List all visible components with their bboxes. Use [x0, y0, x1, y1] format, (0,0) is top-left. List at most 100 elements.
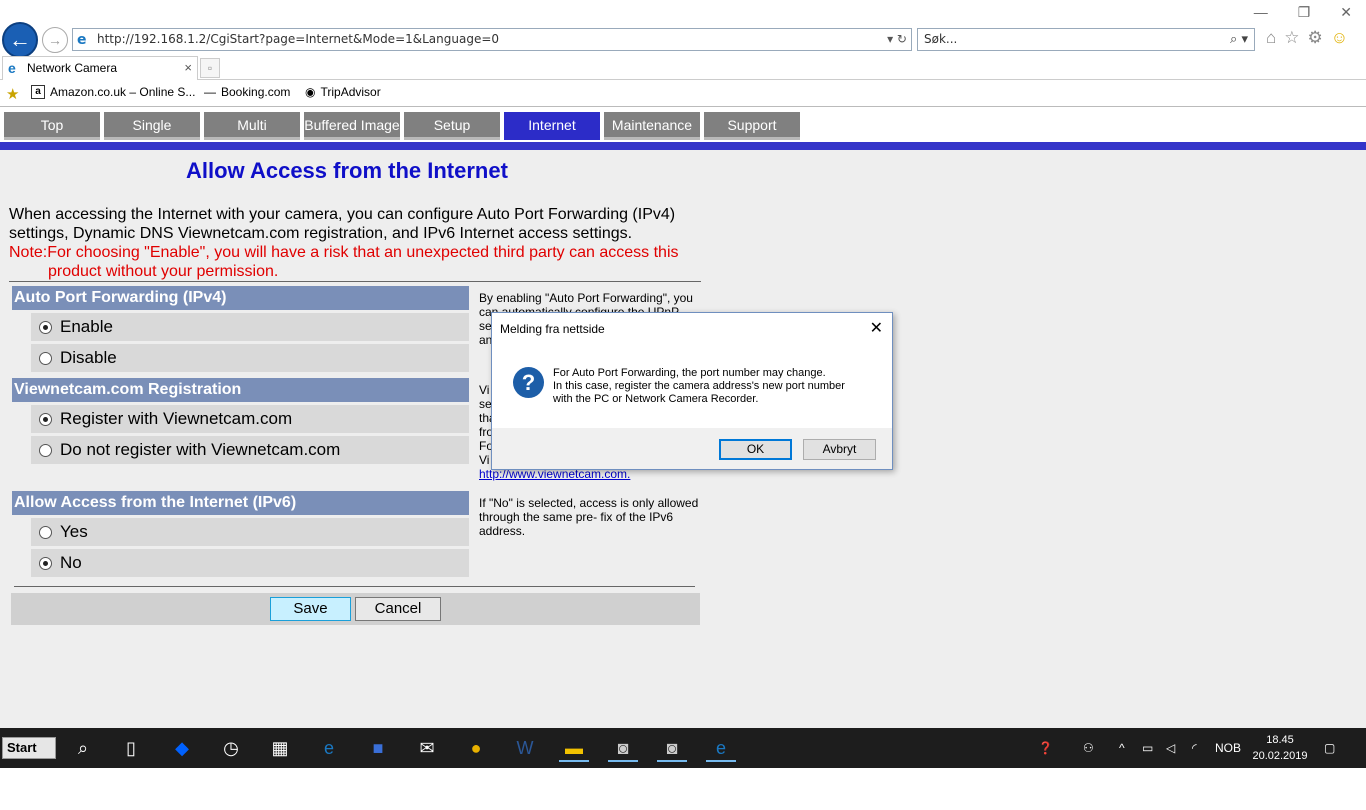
tab-setup[interactable]: Setup: [404, 112, 500, 140]
dialog-title: Melding fra nettside: [500, 322, 605, 336]
address-bar[interactable]: e http://192.168.1.2/CgiStart?page=Inter…: [72, 28, 912, 51]
tab-maintenance[interactable]: Maintenance: [604, 112, 700, 140]
amazon-icon: a: [31, 85, 45, 99]
dropbox-icon[interactable]: ◆: [167, 734, 197, 762]
option-no[interactable]: No: [31, 549, 469, 577]
language-indicator[interactable]: NOB: [1215, 728, 1241, 768]
dialog-close-icon[interactable]: ✕: [870, 318, 883, 338]
close-window-icon[interactable]: ✕: [1340, 4, 1352, 21]
tab-title: Network Camera: [27, 61, 118, 75]
radio-do-not-register[interactable]: [39, 443, 52, 457]
favorite-tripadvisor[interactable]: ◉ TripAdvisor: [305, 85, 381, 99]
start-button[interactable]: Start: [2, 737, 56, 759]
taskbar: Start ⌕ ▯ ◆ ◷ ▦ e ■ ✉ ● W ▬ ◙ ◙ e ❓ ⚇ ^ …: [0, 728, 1366, 768]
option-label: Enable: [60, 317, 113, 336]
screen-bottom: [0, 768, 1366, 810]
warning-note: Note:For choosing "Enable", you will hav…: [9, 243, 709, 281]
nav-underline: [0, 142, 1366, 150]
search-icon[interactable]: ⌕: [68, 734, 98, 762]
message-line: with the PC or Network Camera Recorder.: [553, 393, 759, 405]
network-icon[interactable]: ◜: [1192, 728, 1197, 768]
minimize-icon[interactable]: —: [1254, 4, 1268, 21]
note-line-2: product without your permission.: [48, 263, 279, 280]
camera-nav: Top Single Multi Buffered Image Setup In…: [0, 110, 1366, 142]
mail-icon[interactable]: ✉: [412, 734, 442, 762]
booking-icon: —: [204, 85, 216, 99]
refresh-icon[interactable]: ▾ ↻: [887, 29, 907, 50]
cancel-button[interactable]: Cancel: [355, 597, 441, 621]
help-icon[interactable]: ❓: [1038, 728, 1053, 768]
calculator-icon[interactable]: ▦: [265, 734, 295, 762]
radio-disable[interactable]: [39, 351, 52, 365]
question-icon: ?: [513, 367, 544, 398]
favorite-amazon[interactable]: a Amazon.co.uk – Online S...: [31, 85, 195, 99]
clock[interactable]: 18.45 20.02.2019: [1252, 732, 1308, 764]
ie-icon[interactable]: e: [706, 734, 736, 762]
tab-top[interactable]: Top: [4, 112, 100, 140]
battery-icon[interactable]: ▭: [1142, 728, 1153, 768]
option-do-not-register[interactable]: Do not register with Viewnetcam.com: [31, 436, 469, 464]
tab-support[interactable]: Support: [704, 112, 800, 140]
option-label: Register with Viewnetcam.com: [60, 409, 293, 428]
radio-register[interactable]: [39, 412, 52, 426]
save-button[interactable]: Save: [270, 597, 351, 621]
search-field[interactable]: Søk... ⌕ ▾: [917, 28, 1255, 51]
search-icon[interactable]: ⌕ ▾: [1230, 29, 1248, 50]
tab-multi[interactable]: Multi: [204, 112, 300, 140]
divider: [9, 281, 701, 282]
gear-icon[interactable]: ⚙: [1308, 28, 1323, 48]
favorites-add-icon[interactable]: ★: [6, 85, 19, 103]
intro-text: When accessing the Internet with your ca…: [9, 206, 676, 242]
favorites-star-icon[interactable]: ☆: [1284, 28, 1299, 48]
volume-icon[interactable]: ◁: [1166, 728, 1175, 768]
option-yes[interactable]: Yes: [31, 518, 469, 546]
radio-enable[interactable]: [39, 320, 52, 334]
tab-internet[interactable]: Internet: [504, 112, 600, 140]
clock-date: 20.02.2019: [1252, 750, 1308, 762]
browser-tab[interactable]: e Network Camera ×: [2, 56, 198, 80]
camera-app-icon[interactable]: ◙: [608, 734, 638, 762]
option-register[interactable]: Register with Viewnetcam.com: [31, 405, 469, 433]
dialog-ok-button[interactable]: OK: [719, 439, 792, 460]
ie-tab-icon: e: [8, 60, 16, 76]
home-icon[interactable]: ⌂: [1266, 28, 1276, 48]
chrome-icon[interactable]: ●: [461, 734, 491, 762]
feedback-smiley-icon[interactable]: ☺: [1331, 28, 1348, 48]
word-icon[interactable]: W: [510, 734, 540, 762]
address-text: http://192.168.1.2/CgiStart?page=Interne…: [97, 32, 500, 46]
option-disable[interactable]: Disable: [31, 344, 469, 372]
search-placeholder: Søk...: [924, 32, 958, 46]
video-call-icon[interactable]: ■: [363, 734, 393, 762]
option-enable[interactable]: Enable: [31, 313, 469, 341]
camera-app-icon[interactable]: ◙: [657, 734, 687, 762]
clock-time: 18.45: [1266, 734, 1294, 746]
tab-buffered-image[interactable]: Buffered Image: [304, 112, 400, 140]
browser-toolbar: ← → e http://192.168.1.2/CgiStart?page=I…: [0, 0, 1366, 58]
dialog-cancel-button[interactable]: Avbryt: [803, 439, 876, 460]
favorite-label: TripAdvisor: [320, 85, 381, 99]
section-ipv6: Allow Access from the Internet (IPv6): [12, 491, 469, 515]
back-button[interactable]: ←: [2, 22, 38, 58]
tray-chevron-icon[interactable]: ^: [1119, 728, 1125, 768]
message-dialog: Melding fra nettside ✕ ? For Auto Port F…: [491, 312, 893, 470]
alarm-clock-icon[interactable]: ◷: [216, 734, 246, 762]
notification-icon[interactable]: ▢: [1324, 728, 1335, 768]
restore-icon[interactable]: ❐: [1298, 4, 1311, 21]
radio-yes[interactable]: [39, 525, 52, 539]
edge-icon[interactable]: e: [314, 734, 344, 762]
file-explorer-icon[interactable]: ▬: [559, 734, 589, 762]
window-controls: — ❐ ✕: [1254, 4, 1352, 21]
task-view-icon[interactable]: ▯: [116, 734, 146, 762]
close-tab-icon[interactable]: ×: [184, 57, 192, 79]
favorite-booking[interactable]: — Booking.com: [204, 85, 290, 99]
favorite-label: Booking.com: [221, 85, 291, 99]
dialog-footer: OK Avbryt: [492, 428, 892, 469]
option-label: Do not register with Viewnetcam.com: [60, 440, 341, 459]
forward-button[interactable]: →: [42, 27, 68, 53]
people-icon[interactable]: ⚇: [1083, 728, 1094, 768]
tab-single[interactable]: Single: [104, 112, 200, 140]
tripadvisor-icon: ◉: [305, 85, 316, 99]
radio-no[interactable]: [39, 556, 52, 570]
new-tab-button[interactable]: ▫: [200, 58, 220, 78]
page-title: Allow Access from the Internet: [186, 158, 508, 183]
